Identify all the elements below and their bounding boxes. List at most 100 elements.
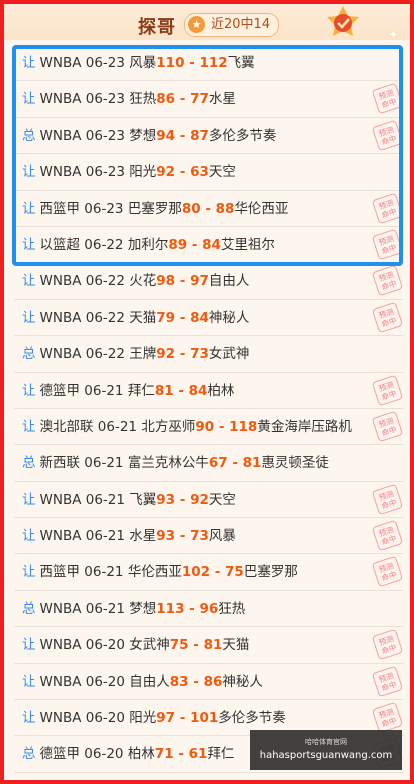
league-name: 澳北部联 — [39, 418, 94, 435]
prediction-row[interactable]: 让 WNBA 06-20 自由人83 - 86神秘人 预测 命中 — [14, 664, 404, 701]
home-team: 飞翼 — [129, 491, 157, 508]
home-team: 梦想 — [129, 600, 157, 617]
away-score: 101 — [190, 710, 219, 727]
hit-stamp-icon: 预测命中 — [371, 301, 404, 333]
home-score: 86 — [156, 91, 176, 108]
match-date: 06-20 — [85, 637, 125, 654]
home-score: 67 — [208, 455, 228, 472]
prediction-row[interactable]: 让 WNBA 06-23 阳光92 - 63天空 — [14, 154, 404, 191]
match-date: 06-23 — [84, 200, 124, 217]
home-score: 102 — [181, 564, 211, 581]
away-score: 81 — [242, 455, 262, 472]
prediction-row[interactable]: 让西篮甲 06-23 巴塞罗那80 - 88华伦西亚 预测 命中 — [14, 191, 404, 227]
prediction-row[interactable]: 让 WNBA 06-22 天猫79 - 84神秘人 预测 命中 — [14, 300, 404, 337]
score-separator: - — [175, 164, 191, 181]
league-name: WNBA — [39, 491, 82, 508]
pick-type-tag: 总 — [22, 746, 36, 763]
prediction-row[interactable]: 让 WNBA 06-21 飞翼93 - 92天空 预测 命中 — [14, 482, 404, 519]
header: 探哥 ★ 近20中14 ✦ — [4, 4, 410, 43]
away-team: 多伦多节奏 — [218, 710, 286, 727]
prediction-row[interactable]: 总 WNBA 06-21 梦想113 - 96狂热 — [14, 591, 404, 628]
away-score: 61 — [188, 746, 208, 763]
score-separator: - — [175, 528, 191, 545]
away-score: 86 — [203, 673, 223, 690]
match-date: 06-23 — [85, 164, 125, 181]
pick-type-tag: 让 — [22, 637, 36, 654]
league-name: WNBA — [39, 55, 82, 71]
prediction-row[interactable]: 让 WNBA 06-21 水星93 - 73风暴 预测 命中 — [14, 518, 404, 555]
prediction-row[interactable]: 让 WNBA 06-23 风暴110 - 112飞翼 — [14, 45, 404, 82]
trophy-icon — [327, 6, 359, 36]
home-score: 71 — [154, 746, 174, 763]
hit-stamp-icon: 预测命中 — [371, 265, 404, 297]
home-score: 80 — [181, 200, 201, 217]
score-separator: - — [175, 491, 191, 508]
away-team: 天猫 — [222, 637, 250, 654]
hit-stamp-icon: 预测命中 — [371, 483, 404, 515]
league-name: WNBA — [39, 309, 82, 326]
pick-type-tag: 让 — [22, 710, 36, 727]
home-score: 110 — [156, 55, 185, 71]
pick-type-tag: 让 — [22, 273, 36, 290]
match-date: 06-22 — [84, 236, 124, 253]
away-score: 87 — [190, 127, 209, 144]
away-team: 天空 — [208, 164, 236, 181]
sparkle-icon: ✦ — [388, 28, 399, 43]
home-score: 75 — [169, 637, 189, 654]
pick-type-tag: 让 — [22, 200, 36, 217]
away-team: 惠灵顿圣徒 — [261, 455, 329, 472]
pick-type-tag: 让 — [22, 673, 36, 690]
expert-name[interactable]: 探哥 — [138, 13, 176, 39]
away-score: 112 — [199, 55, 228, 71]
prediction-row[interactable]: 让 WNBA 06-22 火花98 - 97自由人 预测 命中 — [14, 263, 404, 300]
hit-stamp-icon: 预测命中 — [371, 556, 404, 588]
league-name: WNBA — [39, 346, 82, 363]
pick-type-tag: 让 — [22, 418, 36, 435]
match-date: 06-21 — [85, 491, 125, 508]
prediction-row[interactable]: 总 WNBA 06-23 梦想94 - 87多伦多节奏 预测 命中 — [14, 118, 404, 155]
hit-stamp-icon: 预测命中 — [371, 83, 404, 115]
score-separator: - — [175, 273, 191, 290]
hit-stamp-icon: 预测命中 — [371, 374, 404, 406]
score-separator: - — [175, 346, 191, 363]
match-date: 06-22 — [85, 346, 125, 363]
star-icon: ★ — [188, 16, 205, 33]
home-team: 梦想 — [129, 127, 157, 144]
prediction-row[interactable]: 总新西联 06-21 富兰克林公牛67 - 81惠灵顿圣徒 — [14, 445, 404, 482]
prediction-row[interactable]: 让西篮甲 06-21 华伦西亚102 - 75巴塞罗那 预测 命中 — [14, 554, 404, 591]
home-team: 华伦西亚 — [127, 564, 182, 581]
match-date: 06-21 — [85, 600, 125, 617]
score-separator: - — [184, 55, 200, 71]
prediction-row[interactable]: 让德篮甲 06-21 拜仁81 - 84柏林 预测 命中 — [14, 373, 404, 409]
watermark-url: hahasportsguanwang.com — [259, 750, 393, 761]
away-team: 华伦西亚 — [234, 200, 289, 217]
hit-stamp-icon: 预测命中 — [371, 410, 404, 443]
hit-stamp-icon: 预测命中 — [371, 119, 404, 152]
score-separator: - — [175, 127, 191, 144]
home-team: 柏林 — [127, 746, 155, 763]
score-separator: - — [175, 710, 191, 727]
league-name: WNBA — [39, 273, 82, 290]
away-score: 92 — [190, 491, 209, 508]
away-score: 97 — [190, 273, 209, 290]
away-team: 女武神 — [208, 346, 250, 363]
score-separator: - — [200, 200, 216, 217]
prediction-row[interactable]: 总 WNBA 06-22 王牌92 - 73女武神 — [14, 336, 404, 373]
home-team: 狂热 — [129, 91, 157, 108]
home-score: 97 — [156, 710, 176, 727]
away-team: 自由人 — [208, 273, 250, 290]
prediction-row[interactable]: 让 WNBA 06-20 女武神75 - 81天猫 预测 命中 — [14, 627, 404, 664]
home-team: 加利尔 — [127, 236, 169, 253]
home-score: 89 — [168, 236, 188, 253]
league-name: 新西联 — [39, 455, 81, 472]
away-team: 艾里祖尔 — [220, 236, 275, 253]
home-team: 北方巫师 — [141, 418, 196, 435]
prediction-row[interactable]: 让澳北部联 06-21 北方巫师90 - 118黄金海岸压路机 预测 命中 — [14, 409, 404, 446]
prediction-row[interactable]: 让 WNBA 06-23 狂热86 - 77水星 预测 命中 — [14, 81, 404, 118]
home-score: 83 — [169, 673, 189, 690]
home-team: 风暴 — [129, 55, 157, 71]
prediction-row[interactable]: 让以篮超 06-22 加利尔89 - 84艾里祖尔 预测 命中 — [14, 227, 404, 264]
league-name: WNBA — [39, 91, 82, 108]
prediction-list: 让 WNBA 06-23 风暴110 - 112飞翼让 WNBA 06-23 狂热8… — [14, 45, 404, 773]
record-badge: ★ 近20中14 — [184, 13, 280, 37]
